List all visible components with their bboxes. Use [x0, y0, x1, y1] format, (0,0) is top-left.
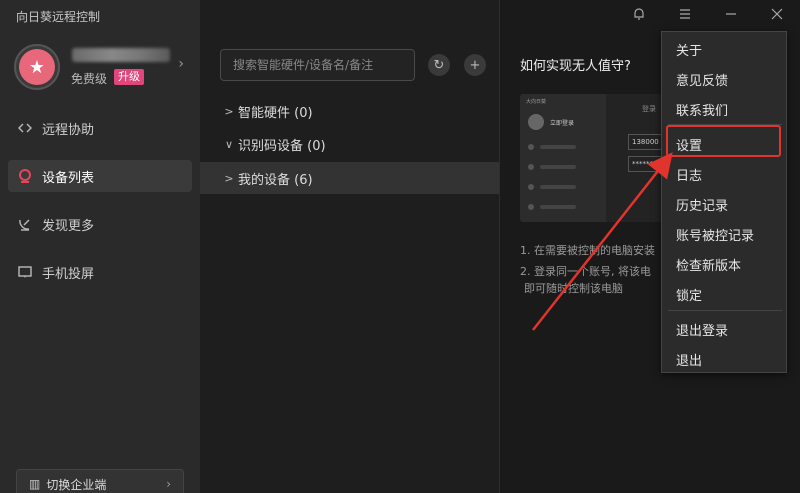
main-menu-dropdown: 关于 意见反馈 联系我们 设置 日志 历史记录 账号被控记录 检查新版本 锁定 … [661, 31, 787, 373]
help-step-1: 1. 在需要被控制的电脑安装 [520, 244, 655, 257]
illustration-row [528, 204, 588, 210]
add-button[interactable]: + [464, 54, 486, 76]
help-step-2-cont: 即可随时控制该电脑 [524, 282, 623, 295]
sidebar: 向日葵远程控制 ★ 免费级 升级 › 远程协助 设备列表 发现更多 手机投屏 ▥ [0, 0, 200, 493]
app-title: 向日葵远程控制 [16, 10, 101, 24]
nav-label: 手机投屏 [42, 266, 95, 282]
window-controls [616, 0, 800, 32]
help-title: 如何实现无人值守? [520, 59, 631, 74]
menu-item-history[interactable]: 历史记录 [676, 195, 728, 214]
nav-screen-cast[interactable]: 手机投屏 [8, 256, 192, 288]
illustration-app-name: 大向日葵 [526, 99, 547, 105]
help-step-2: 2. 登录同一个账号, 将该电 [520, 265, 651, 278]
avatar[interactable]: ★ [14, 44, 60, 90]
tree-group-my-devices[interactable]: > 我的设备 (6) [200, 162, 499, 194]
nav-label: 远程协助 [42, 122, 95, 138]
link-icon [16, 119, 34, 137]
menu-item-feedback[interactable]: 意见反馈 [676, 70, 728, 89]
chevron-down-icon: ∨ [224, 137, 234, 151]
menu-item-exit[interactable]: 退出 [676, 350, 702, 369]
menu-item-contact[interactable]: 联系我们 [676, 100, 728, 119]
refresh-button[interactable]: ↻ [428, 54, 450, 76]
avatar [528, 114, 544, 130]
username-blurred [72, 48, 170, 62]
chevron-right-icon: > [224, 104, 234, 118]
device-panel: 搜索智能硬件/设备名/备注 ↻ + > 智能硬件 (0) ∨ 识别码设备 (0)… [200, 0, 500, 493]
enterprise-label: 切换企业端 [46, 477, 107, 492]
nav-remote-assist[interactable]: 远程协助 [8, 112, 192, 144]
search-input[interactable]: 搜索智能硬件/设备名/备注 [220, 49, 415, 81]
device-list-icon [16, 167, 34, 185]
annotation-highlight-box [666, 125, 781, 157]
tree-label: 我的设备 (6) [238, 172, 313, 188]
illustration-login-label: 立即登录 [550, 120, 575, 127]
menu-item-log[interactable]: 日志 [676, 165, 702, 184]
nav-label: 发现更多 [42, 218, 95, 234]
menu-item-logout[interactable]: 退出登录 [676, 320, 728, 339]
building-icon: ▥ [29, 477, 41, 491]
nav-label: 设备列表 [42, 170, 95, 186]
illustration-sidebar: 大向日葵 立即登录 [520, 94, 606, 222]
illustration-row [528, 144, 588, 150]
menu-item-check-update[interactable]: 检查新版本 [676, 255, 741, 274]
menu-item-lock[interactable]: 锁定 [676, 285, 702, 304]
chevron-right-icon: › [178, 56, 184, 72]
refresh-icon: ↻ [433, 57, 445, 73]
tree-label: 智能硬件 (0) [238, 105, 313, 121]
bell-icon[interactable] [616, 7, 662, 25]
illustration-row [528, 164, 588, 170]
tree-group-id-devices[interactable]: ∨ 识别码设备 (0) [200, 128, 499, 160]
profile-card[interactable]: ★ 免费级 升级 › [14, 44, 190, 90]
tier-label: 免费级 [71, 72, 108, 86]
chevron-right-icon: › [166, 477, 171, 491]
star-icon: ★ [19, 49, 55, 85]
chevron-right-icon: > [224, 171, 234, 185]
hamburger-icon[interactable] [662, 7, 708, 25]
satellite-icon [16, 215, 34, 233]
monitor-icon [16, 263, 34, 281]
illustration-row [528, 184, 588, 190]
nav-discover[interactable]: 发现更多 [8, 208, 192, 240]
menu-divider [668, 310, 782, 311]
illustration-title: 登录 [642, 105, 656, 113]
nav-device-list[interactable]: 设备列表 [8, 160, 192, 192]
plus-icon: + [469, 57, 481, 73]
close-icon[interactable] [754, 7, 800, 25]
menu-item-about[interactable]: 关于 [676, 40, 702, 59]
tree-label: 识别码设备 (0) [238, 138, 326, 154]
minimize-icon[interactable] [708, 7, 754, 25]
switch-enterprise-button[interactable]: ▥ 切换企业端 › [16, 469, 184, 493]
upgrade-badge[interactable]: 升级 [114, 69, 144, 85]
menu-item-account-control-log[interactable]: 账号被控记录 [676, 225, 754, 244]
tree-group-smart-hardware[interactable]: > 智能硬件 (0) [200, 95, 499, 127]
